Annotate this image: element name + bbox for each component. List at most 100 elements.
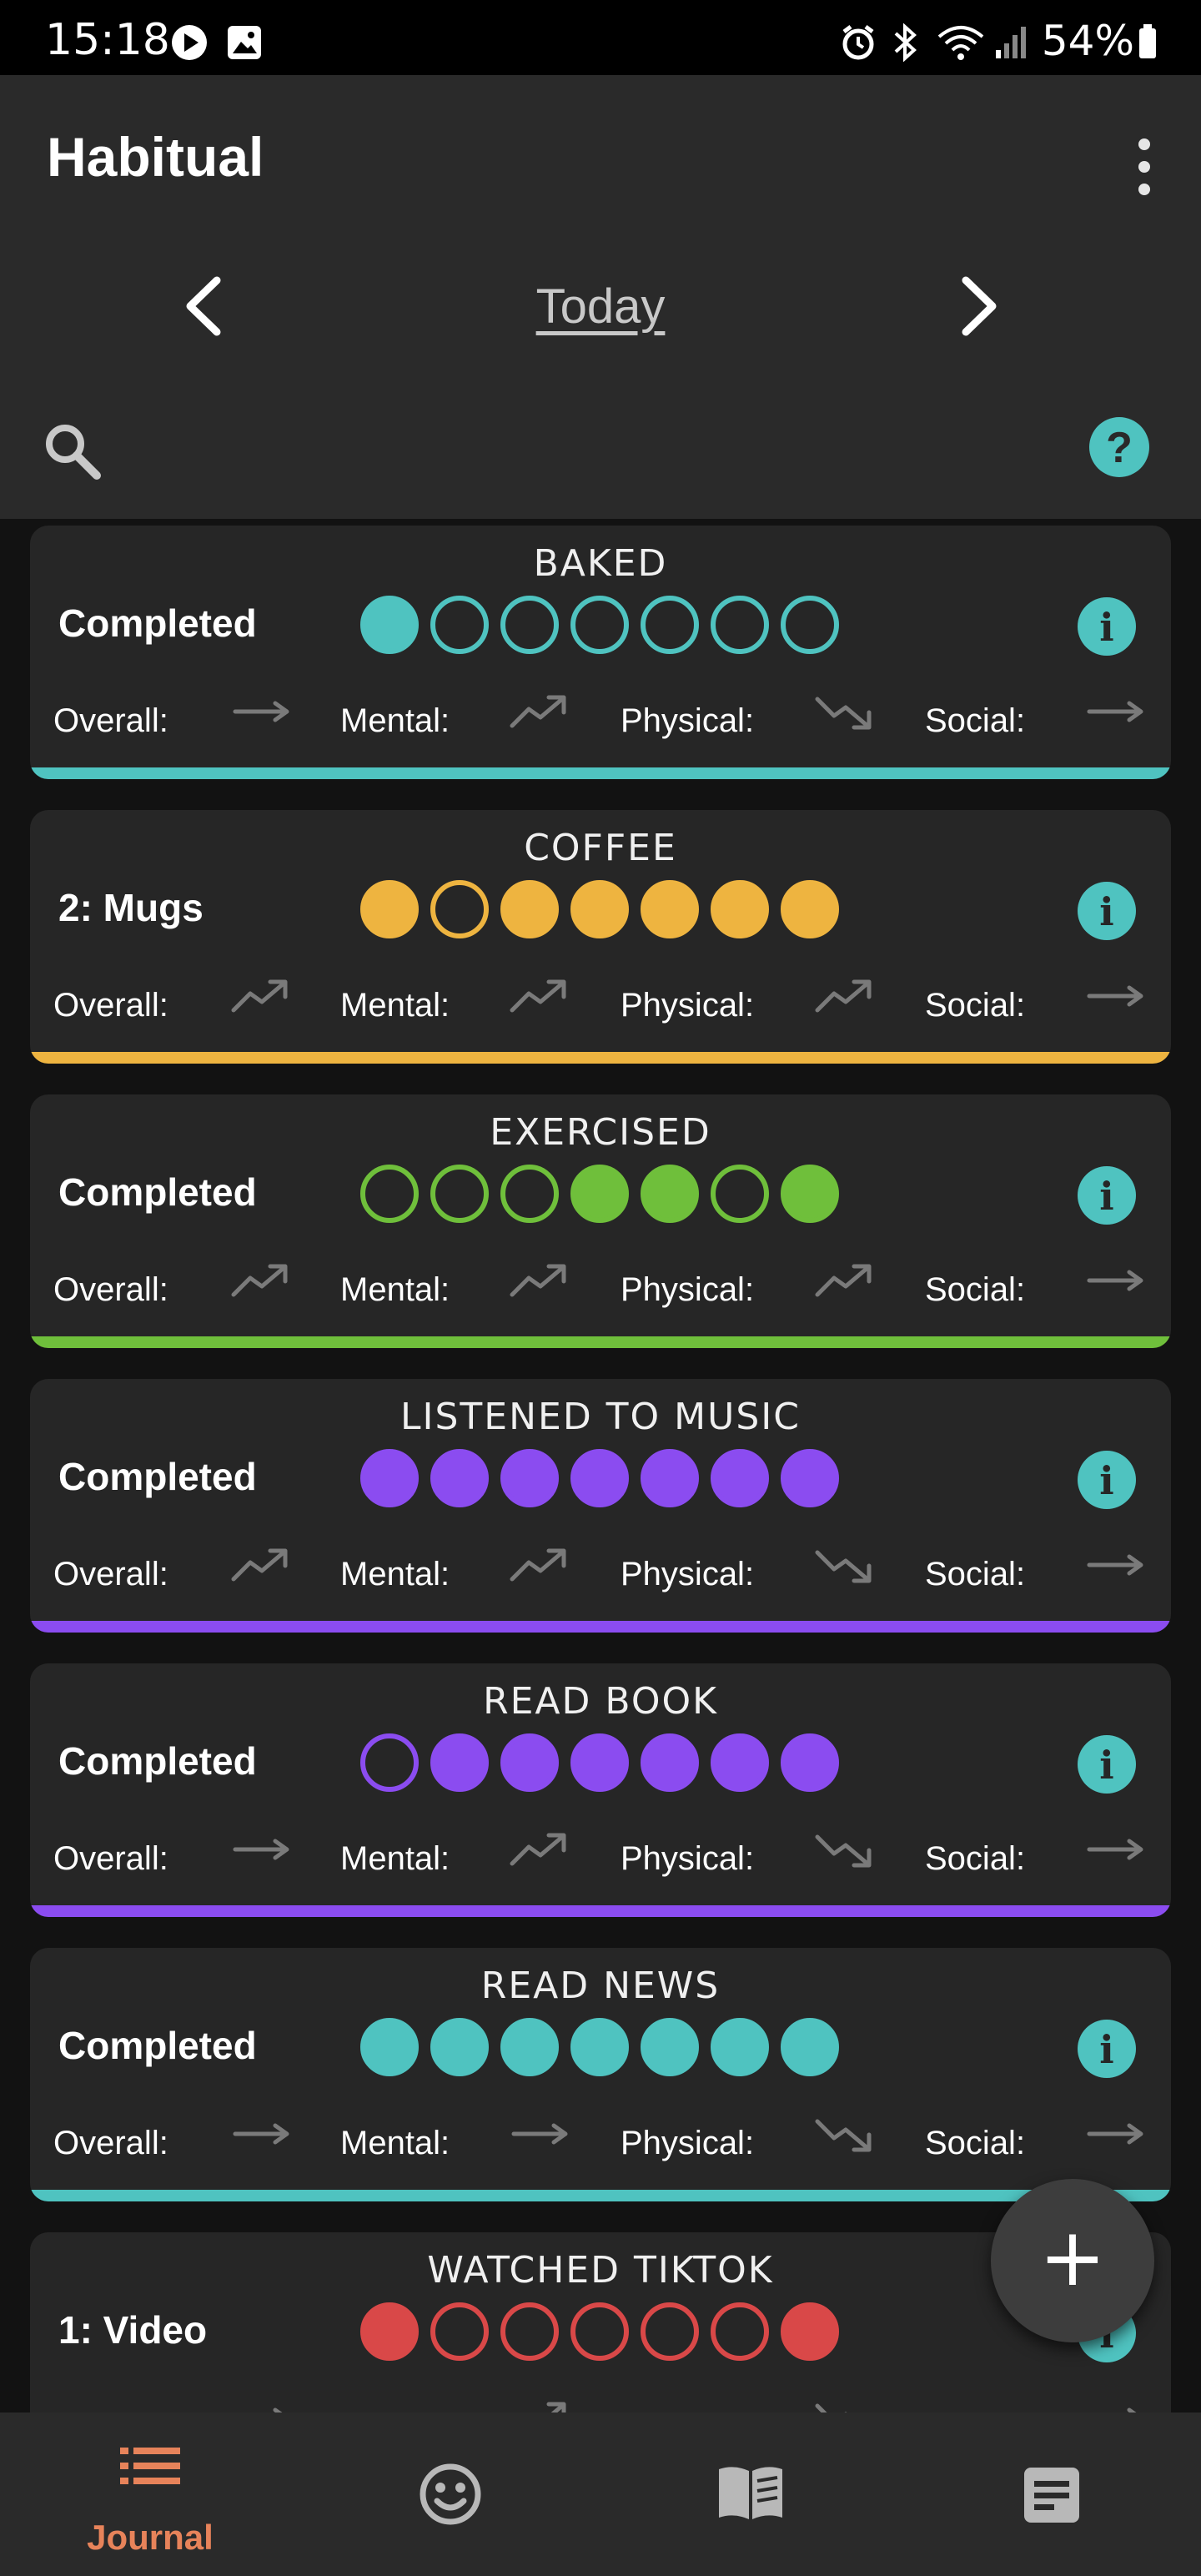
- info-icon[interactable]: i: [1078, 1451, 1136, 1509]
- day-dot-empty[interactable]: [360, 1165, 419, 1223]
- mental-trend-icon: [511, 2123, 568, 2145]
- day-dot-filled[interactable]: [641, 880, 699, 938]
- previous-day-chevron-icon[interactable]: [173, 269, 232, 344]
- day-dot-filled[interactable]: [570, 1449, 629, 1507]
- overall-label: Overall:: [53, 1556, 168, 1592]
- day-dot-filled[interactable]: [711, 880, 769, 938]
- overall-trend-icon: [233, 2123, 289, 2145]
- next-day-chevron-icon[interactable]: [951, 269, 1009, 344]
- day-dot-empty[interactable]: [711, 1165, 769, 1223]
- day-dot-empty[interactable]: [570, 2302, 629, 2361]
- nav-item-book[interactable]: [600, 2412, 901, 2576]
- habit-card[interactable]: COFFEE 2: Mugs i Overall: Mental: Physic…: [30, 810, 1171, 1064]
- nav-item-journal[interactable]: Journal: [0, 2412, 300, 2576]
- day-dot-empty[interactable]: [430, 880, 489, 938]
- habit-color-bar: [30, 767, 1171, 779]
- nav-item-notes[interactable]: [901, 2412, 1201, 2576]
- day-dot-filled[interactable]: [570, 2018, 629, 2076]
- day-dot-filled[interactable]: [641, 2018, 699, 2076]
- habit-name: BAKED: [533, 542, 668, 585]
- social-trend-icon: [1087, 985, 1143, 1007]
- day-dot-filled[interactable]: [781, 1733, 839, 1792]
- day-dot-filled[interactable]: [430, 1449, 489, 1507]
- info-icon[interactable]: i: [1078, 2020, 1136, 2078]
- day-dot-filled[interactable]: [500, 2018, 559, 2076]
- day-dot-filled[interactable]: [570, 1733, 629, 1792]
- day-dot-empty[interactable]: [570, 596, 629, 654]
- status-time: 15:18: [45, 15, 170, 65]
- info-icon[interactable]: i: [1078, 597, 1136, 656]
- day-dot-empty[interactable]: [711, 2302, 769, 2361]
- habit-status[interactable]: Completed: [58, 1170, 257, 1215]
- day-dot-empty[interactable]: [430, 596, 489, 654]
- day-dot-filled[interactable]: [500, 880, 559, 938]
- habit-status[interactable]: Completed: [58, 1738, 257, 1784]
- overflow-menu-icon[interactable]: [1128, 132, 1161, 202]
- day-dot-filled[interactable]: [781, 880, 839, 938]
- info-icon[interactable]: i: [1078, 882, 1136, 940]
- day-dot-empty[interactable]: [711, 596, 769, 654]
- day-dot-empty[interactable]: [430, 2302, 489, 2361]
- day-dot-filled[interactable]: [711, 2018, 769, 2076]
- day-dot-filled[interactable]: [781, 1449, 839, 1507]
- day-dot-empty[interactable]: [500, 2302, 559, 2361]
- info-icon[interactable]: i: [1078, 1735, 1136, 1794]
- day-dot-filled[interactable]: [570, 880, 629, 938]
- day-dot-filled[interactable]: [711, 1733, 769, 1792]
- habit-status[interactable]: Completed: [58, 1454, 257, 1499]
- day-dot-filled[interactable]: [641, 1449, 699, 1507]
- day-dot-filled[interactable]: [500, 1733, 559, 1792]
- habit-card[interactable]: EXERCISED Completed i Overall: Mental: P…: [30, 1094, 1171, 1348]
- day-dot-filled[interactable]: [641, 1733, 699, 1792]
- day-dot-filled[interactable]: [711, 1449, 769, 1507]
- day-dot-empty[interactable]: [641, 2302, 699, 2361]
- search-icon[interactable]: [42, 420, 103, 482]
- habit-color-bar: [30, 1905, 1171, 1917]
- habit-card[interactable]: READ NEWS Completed i Overall: Mental: P…: [30, 1948, 1171, 2201]
- nav-item-mood[interactable]: [300, 2412, 600, 2576]
- gallery-icon: [228, 26, 261, 59]
- day-dot-filled[interactable]: [781, 1165, 839, 1223]
- add-habit-button[interactable]: +: [991, 2179, 1154, 2342]
- habit-card[interactable]: LISTENED TO MUSIC Completed i Overall: M…: [30, 1379, 1171, 1633]
- day-dot-filled[interactable]: [430, 1733, 489, 1792]
- day-dot-filled[interactable]: [781, 2302, 839, 2361]
- habit-status[interactable]: 2: Mugs: [58, 885, 204, 930]
- physical-label: Physical:: [621, 987, 755, 1024]
- day-dot-filled[interactable]: [781, 2018, 839, 2076]
- mental-trend-icon: [546, 2402, 566, 2412]
- habit-status[interactable]: Completed: [58, 601, 257, 646]
- day-dot-empty[interactable]: [641, 596, 699, 654]
- help-icon[interactable]: ?: [1089, 417, 1149, 477]
- habit-card[interactable]: BAKED Completed i Overall: Mental: Physi…: [30, 526, 1171, 779]
- day-dot-empty[interactable]: [500, 596, 559, 654]
- day-dot-filled[interactable]: [500, 1449, 559, 1507]
- day-dot-filled[interactable]: [360, 1449, 419, 1507]
- day-dot-filled[interactable]: [360, 2018, 419, 2076]
- day-dot-filled[interactable]: [360, 2302, 419, 2361]
- day-dot-empty[interactable]: [430, 1165, 489, 1223]
- day-dot-filled[interactable]: [641, 1165, 699, 1223]
- mental-label: Mental:: [340, 1271, 450, 1308]
- overall-trend-icon: [273, 2407, 283, 2412]
- day-dot-empty[interactable]: [781, 596, 839, 654]
- info-icon[interactable]: i: [1078, 1166, 1136, 1225]
- date-label[interactable]: Today: [434, 279, 767, 335]
- day-dot-empty[interactable]: [360, 1733, 419, 1792]
- app-header: Habitual Today ?: [0, 75, 1201, 519]
- day-dot-filled[interactable]: [570, 1165, 629, 1223]
- habit-status[interactable]: 1: Video: [58, 2307, 207, 2352]
- habit-status[interactable]: Completed: [58, 2023, 257, 2068]
- day-dot-filled[interactable]: [430, 2018, 489, 2076]
- overall-trend-icon: [233, 701, 289, 722]
- social-label: Social:: [925, 987, 1026, 1024]
- physical-label: Physical:: [621, 1271, 755, 1308]
- day-dot-filled[interactable]: [360, 596, 419, 654]
- overall-trend-icon: [231, 979, 288, 1013]
- media-play-icon: [172, 25, 207, 60]
- day-dot-filled[interactable]: [360, 880, 419, 938]
- social-label: Social:: [925, 1556, 1026, 1592]
- habit-card[interactable]: READ BOOK Completed i Overall: Mental: P…: [30, 1663, 1171, 1917]
- day-dot-empty[interactable]: [500, 1165, 559, 1223]
- mental-label: Mental:: [340, 987, 450, 1024]
